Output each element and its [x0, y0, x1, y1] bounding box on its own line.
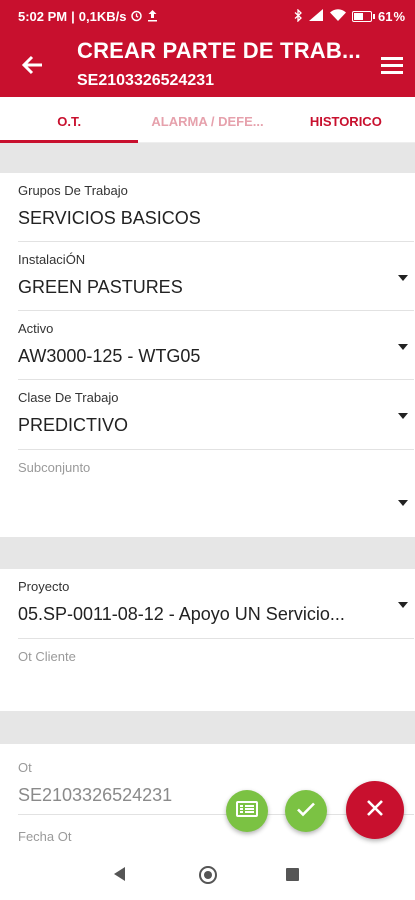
bluetooth-icon: [294, 7, 303, 24]
nav-back-icon[interactable]: [114, 867, 125, 881]
list-document-icon: [235, 797, 259, 826]
activo-select[interactable]: Activo AW3000-125 - WTG05: [18, 311, 414, 380]
activo-value: AW3000-125 - WTG05: [18, 346, 201, 366]
section-divider: [0, 143, 415, 173]
status-bar: 5:02 PM | 0,1KB/s 61%: [0, 0, 415, 32]
grupos-value: SERVICIOS BASICOS: [18, 208, 201, 228]
cancel-button[interactable]: [346, 781, 404, 839]
section-divider: [0, 711, 415, 744]
close-icon: [364, 797, 386, 824]
ot-label: Ot: [18, 760, 32, 775]
system-nav-bar: [0, 852, 415, 900]
nav-recent-apps-icon[interactable]: [286, 868, 299, 881]
tab-alarma-defecto[interactable]: ALARMA / DEFE...: [138, 97, 276, 142]
list-document-button[interactable]: [226, 790, 268, 832]
page-subtitle: SE2103326524231: [77, 72, 215, 89]
clase-label: Clase De Trabajo: [18, 390, 119, 405]
battery-icon: [351, 10, 375, 22]
arrow-left-icon[interactable]: [18, 50, 48, 80]
confirm-button[interactable]: [285, 790, 327, 832]
chevron-down-icon[interactable]: [398, 275, 408, 281]
fecha-ot-label: Fecha Ot: [18, 829, 72, 844]
proyecto-label: Proyecto: [18, 579, 70, 594]
hamburger-menu-icon[interactable]: [377, 50, 407, 80]
instalacion-label: InstalaciÓN: [18, 252, 86, 267]
instalacion-value: GREEN PASTURES: [18, 277, 183, 297]
chevron-down-icon[interactable]: [398, 344, 408, 350]
subconjunto-label: Subconjunto: [18, 460, 91, 475]
grupos-label: Grupos De Trabajo: [18, 183, 128, 198]
chevron-down-icon[interactable]: [398, 602, 408, 608]
status-time: 5:02 PM: [18, 8, 68, 24]
tab-historico[interactable]: HISTORICO: [277, 97, 415, 142]
tab-ot[interactable]: O.T.: [0, 97, 139, 143]
signal-icon: [308, 9, 324, 23]
nav-home-icon[interactable]: [199, 866, 217, 884]
subconjunto-select[interactable]: Subconjunto: [18, 450, 414, 537]
activo-label: Activo: [18, 321, 54, 336]
proyecto-select[interactable]: Proyecto 05.SP-0011-08-12 - Apoyo UN Ser…: [18, 569, 414, 639]
upload-icon: [147, 9, 158, 24]
instalacion-select[interactable]: InstalaciÓN GREEN PASTURES: [18, 242, 414, 311]
checkmark-icon: [294, 797, 318, 826]
ot-value: SE2103326524231: [18, 785, 173, 805]
grupos-de-trabajo-field[interactable]: Grupos De Trabajo SERVICIOS BASICOS: [18, 173, 414, 242]
battery-percent: 61: [377, 8, 393, 24]
chevron-down-icon[interactable]: [398, 413, 408, 419]
wifi-icon: [329, 9, 346, 23]
page-title: CREAR PARTE DE TRAB...: [77, 38, 361, 63]
proyecto-value: 05.SP-0011-08-12 - Apoyo UN Servicio...: [18, 604, 345, 624]
tab-bar: O.T. ALARMA / DEFE... HISTORICO: [0, 97, 415, 143]
clase-value: PREDICTIVO: [18, 415, 129, 435]
network-speed: 0,1KB/s: [78, 8, 127, 24]
chevron-down-icon[interactable]: [398, 500, 408, 506]
ot-cliente-field[interactable]: Ot Cliente: [18, 639, 414, 711]
app-bar: CREAR PARTE DE TRAB... SE2103326524231: [0, 32, 415, 97]
ot-cliente-label: Ot Cliente: [18, 649, 76, 664]
alarm-clock-icon: [130, 9, 143, 24]
clase-de-trabajo-select[interactable]: Clase De Trabajo PREDICTIVO: [18, 380, 414, 450]
section-divider: [0, 537, 415, 569]
